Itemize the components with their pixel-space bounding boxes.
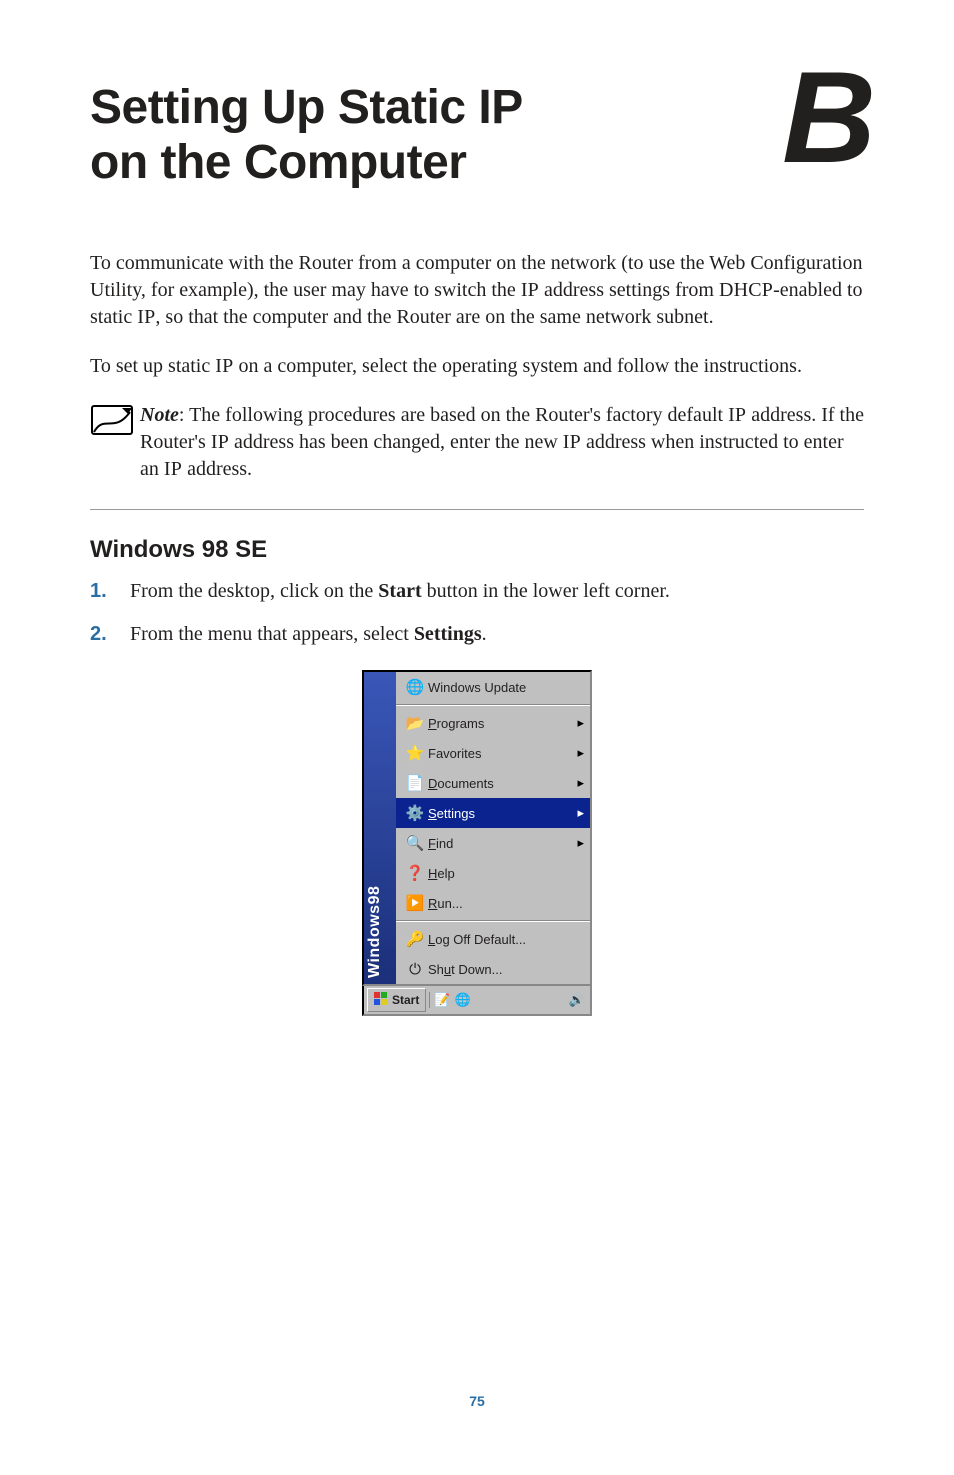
- menu-item-label: Help: [428, 866, 570, 881]
- run-icon: ▶️: [402, 894, 428, 912]
- menu-item-label: Programs: [428, 716, 570, 731]
- start-button-label: Start: [392, 993, 419, 1007]
- page-title: Setting Up Static IP on the Computer: [90, 80, 864, 190]
- title-line-1: Setting Up Static IP: [90, 81, 523, 134]
- section-separator: [90, 509, 864, 510]
- start-menu-stripe: Windows98: [364, 672, 396, 984]
- menu-item-label: Run...: [428, 896, 570, 911]
- search-icon: 🔍: [402, 834, 428, 852]
- menu-item-logoff: 🔑 Log Off Default...: [396, 924, 590, 954]
- menu-item-windows-update: 🌐 Windows Update: [396, 672, 590, 702]
- menu-separator: [396, 704, 590, 706]
- windows-logo-icon: [374, 992, 388, 1009]
- quick-launch-icon: 🌐: [455, 992, 471, 1008]
- submenu-arrow-icon: ▸: [570, 835, 584, 851]
- menu-item-shutdown: ⏻ Shut Down...: [396, 954, 590, 984]
- menu-separator: [396, 920, 590, 922]
- step-text: From the menu that appears, select Setti…: [130, 621, 487, 648]
- note-callout: Note: The following procedures are based…: [90, 402, 864, 483]
- submenu-arrow-icon: ▸: [570, 775, 584, 791]
- help-icon: ❓: [402, 864, 428, 882]
- submenu-arrow-icon: ▸: [570, 805, 584, 821]
- intro-para-2: To set up static IP on a computer, selec…: [90, 353, 864, 380]
- step-2: 2. From the menu that appears, select Se…: [90, 621, 864, 648]
- menu-item-documents: 📄 Documents ▸: [396, 768, 590, 798]
- menu-item-label: Log Off Default...: [428, 932, 570, 947]
- step-text: From the desktop, click on the Start but…: [130, 578, 670, 605]
- appendix-letter: B: [782, 52, 874, 182]
- folder-icon: 📂: [402, 714, 428, 732]
- taskbar: Start 📝 🌐 🔊: [362, 986, 592, 1016]
- menu-item-find: 🔍 Find ▸: [396, 828, 590, 858]
- star-icon: ⭐: [402, 744, 428, 762]
- note-icon: [90, 402, 134, 483]
- gear-icon: ⚙️: [402, 804, 428, 822]
- menu-item-label: Documents: [428, 776, 570, 791]
- volume-icon: 🔊: [569, 992, 585, 1008]
- page-number: 75: [0, 1393, 954, 1409]
- globe-icon: 🌐: [402, 678, 428, 696]
- menu-item-label: Shut Down...: [428, 962, 570, 977]
- menu-item-favorites: ⭐ Favorites ▸: [396, 738, 590, 768]
- quick-launch-icon: 📝: [434, 992, 450, 1008]
- start-menu-items: 🌐 Windows Update 📂 Programs ▸ ⭐ Favorite…: [396, 672, 590, 984]
- submenu-arrow-icon: ▸: [570, 715, 584, 731]
- menu-item-run: ▶️ Run...: [396, 888, 590, 918]
- start-menu: Windows98 🌐 Windows Update 📂 Programs ▸ …: [362, 670, 592, 986]
- menu-item-settings: ⚙️ Settings ▸: [396, 798, 590, 828]
- menu-item-label: Find: [428, 836, 570, 851]
- note-label: Note: [140, 404, 179, 426]
- note-text: Note: The following procedures are based…: [140, 402, 864, 483]
- quick-launch: 📝 🌐: [429, 992, 474, 1008]
- menu-item-label: Settings: [428, 806, 570, 821]
- page-header: Setting Up Static IP on the Computer B: [90, 80, 864, 190]
- document-icon: 📄: [402, 774, 428, 792]
- start-menu-screenshot: Windows98 🌐 Windows Update 📂 Programs ▸ …: [362, 670, 592, 1016]
- step-1: 1. From the desktop, click on the Start …: [90, 578, 864, 605]
- submenu-arrow-icon: ▸: [570, 745, 584, 761]
- system-tray: 🔊: [564, 992, 590, 1008]
- power-icon: ⏻: [402, 961, 428, 978]
- step-number: 2.: [90, 621, 112, 648]
- menu-item-programs: 📂 Programs ▸: [396, 708, 590, 738]
- menu-item-help: ❓ Help: [396, 858, 590, 888]
- menu-item-label: Favorites: [428, 746, 570, 761]
- intro-para-1: To communicate with the Router from a co…: [90, 250, 864, 331]
- step-number: 1.: [90, 578, 112, 605]
- title-line-2: on the Computer: [90, 136, 466, 189]
- start-button: Start: [367, 988, 426, 1012]
- menu-item-label: Windows Update: [428, 680, 570, 695]
- steps-list: 1. From the desktop, click on the Start …: [90, 578, 864, 648]
- section-heading: Windows 98 SE: [90, 536, 864, 564]
- key-icon: 🔑: [402, 930, 428, 948]
